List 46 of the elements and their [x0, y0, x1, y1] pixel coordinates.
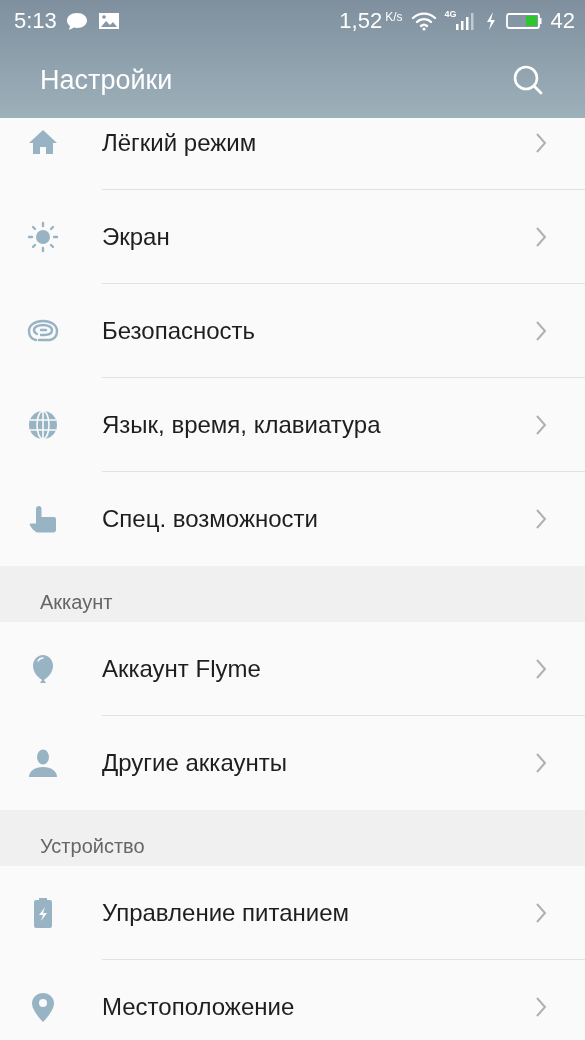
- settings-item[interactable]: Управление питанием: [0, 866, 585, 960]
- network-speed: 1,52: [339, 8, 383, 34]
- item-label: Экран: [102, 222, 170, 251]
- settings-item[interactable]: Другие аккаунты: [0, 716, 585, 810]
- item-label: Другие аккаунты: [102, 749, 287, 777]
- person-icon: [27, 747, 59, 779]
- chevron-right-icon: [535, 131, 547, 154]
- screen-title: Настройки: [40, 64, 173, 96]
- settings-item[interactable]: Местоположение: [0, 960, 585, 1040]
- signal-icon: [454, 11, 477, 31]
- speed-unit: K/s: [385, 10, 403, 24]
- item-label: Местоположение: [102, 993, 295, 1021]
- globe-icon: [27, 409, 59, 441]
- sun-icon: [27, 221, 59, 253]
- settings-item[interactable]: Безопасность: [0, 284, 585, 378]
- item-label: Язык, время, клавиатура: [102, 410, 381, 439]
- chevron-right-icon: [535, 657, 547, 680]
- settings-item[interactable]: Экран: [0, 190, 585, 284]
- item-label: Спец. возможности: [102, 505, 318, 533]
- item-label: Аккаунт Flyme: [102, 654, 261, 683]
- chevron-right-icon: [535, 508, 547, 530]
- chevron-right-icon: [535, 319, 547, 342]
- item-label: Лёгкий режим: [102, 128, 257, 157]
- item-label: Управление питанием: [102, 898, 350, 927]
- network-type: 4G: [444, 9, 457, 19]
- settings-item[interactable]: Язык, время, клавиатура: [0, 378, 585, 472]
- settings-item[interactable]: Спец. возможности: [0, 472, 585, 566]
- section-header: Устройство: [40, 835, 145, 858]
- charging-icon: [484, 11, 497, 31]
- search-icon[interactable]: [512, 64, 544, 96]
- pointing-hand-icon: [27, 503, 59, 535]
- settings-item[interactable]: Лёгкий режим: [0, 118, 585, 190]
- chevron-right-icon: [535, 901, 547, 924]
- battery-percent: 42: [550, 8, 575, 34]
- chevron-right-icon: [535, 225, 547, 248]
- chevron-right-icon: [535, 413, 547, 436]
- wifi-icon: [410, 11, 437, 31]
- item-label: Безопасность: [102, 316, 256, 345]
- chevron-right-icon: [535, 752, 547, 774]
- chevron-right-icon: [535, 996, 547, 1018]
- chat-bubble-icon: [64, 11, 89, 31]
- battery-icon: [504, 11, 543, 31]
- section-header: Аккаунт: [40, 591, 113, 614]
- settings-item[interactable]: Аккаунт Flyme: [0, 622, 585, 716]
- clock: 5:13: [14, 8, 57, 34]
- image-icon: [96, 11, 121, 31]
